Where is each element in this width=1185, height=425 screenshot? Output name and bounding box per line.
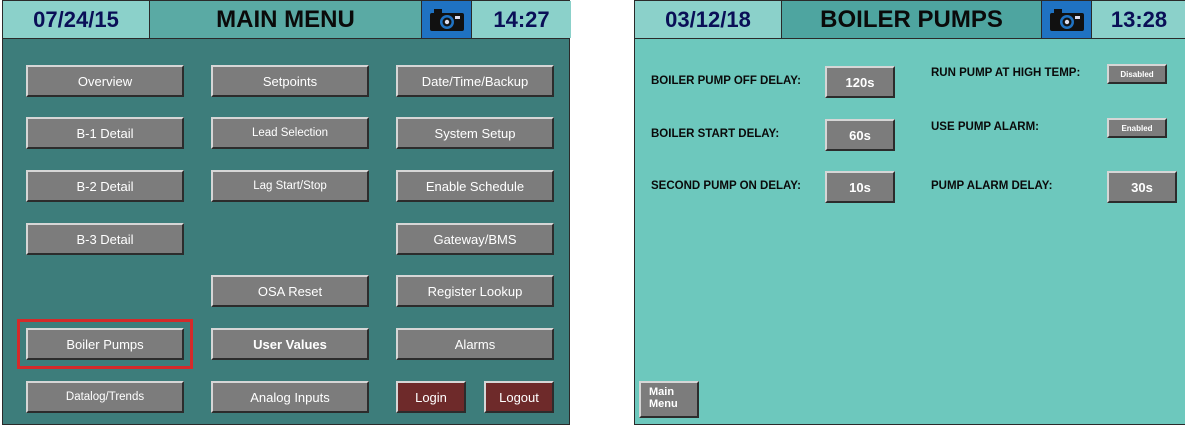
start-delay-value[interactable]: 60s (825, 119, 895, 151)
login-button[interactable]: Login (396, 381, 466, 413)
user-values-button[interactable]: User Values (211, 328, 369, 360)
analog-inputs-button[interactable]: Analog Inputs (211, 381, 369, 413)
date-display: 03/12/18 (635, 1, 782, 38)
run-high-temp-label: RUN PUMP AT HIGH TEMP: (931, 67, 1081, 79)
osa-reset-button[interactable]: OSA Reset (211, 275, 369, 307)
date-display: 07/24/15 (3, 1, 150, 38)
start-delay-label: BOILER START DELAY: (651, 128, 780, 140)
system-setup-button[interactable]: System Setup (396, 117, 554, 149)
boiler-pumps-header: 03/12/18 BOILER PUMPS 13:28 (635, 1, 1185, 39)
page-title: BOILER PUMPS (782, 1, 1042, 38)
boiler-pumps-button[interactable]: Boiler Pumps (26, 328, 184, 360)
run-high-temp-toggle[interactable]: Disabled (1107, 64, 1167, 84)
time-display: 14:27 (472, 1, 571, 38)
pump-alarm-delay-value[interactable]: 30s (1107, 171, 1177, 203)
use-pump-alarm-toggle[interactable]: Enabled (1107, 118, 1167, 138)
camera-icon[interactable] (1042, 1, 1092, 38)
overview-button[interactable]: Overview (26, 65, 184, 97)
pump-off-delay-label: BOILER PUMP OFF DELAY: (651, 75, 801, 87)
datalog-trends-button[interactable]: Datalog/Trends (26, 381, 184, 413)
date-time-backup-button[interactable]: Date/Time/Backup (396, 65, 554, 97)
time-display: 13:28 (1092, 1, 1185, 38)
b1-detail-button[interactable]: B-1 Detail (26, 117, 184, 149)
second-pump-delay-label: SECOND PUMP ON DELAY: (651, 180, 801, 192)
camera-icon[interactable] (422, 1, 472, 38)
register-lookup-button[interactable]: Register Lookup (396, 275, 554, 307)
main-menu-panel: 07/24/15 MAIN MENU 14:27 Overview Setpoi… (2, 0, 571, 425)
gateway-bms-button[interactable]: Gateway/BMS (396, 223, 554, 255)
main-menu-button-line2: Menu (649, 398, 678, 410)
pump-alarm-delay-label: PUMP ALARM DELAY: (931, 180, 1053, 192)
second-pump-delay-value[interactable]: 10s (825, 171, 895, 203)
main-menu-button-line1: Main (649, 386, 675, 398)
b3-detail-button[interactable]: B-3 Detail (26, 223, 184, 255)
logout-button[interactable]: Logout (484, 381, 554, 413)
main-menu-button[interactable]: Main Menu (639, 381, 699, 418)
enable-schedule-button[interactable]: Enable Schedule (396, 170, 554, 202)
setpoints-button[interactable]: Setpoints (211, 65, 369, 97)
main-menu-header: 07/24/15 MAIN MENU 14:27 (3, 1, 571, 39)
pump-off-delay-value[interactable]: 120s (825, 66, 895, 98)
alarms-button[interactable]: Alarms (396, 328, 554, 360)
lead-selection-button[interactable]: Lead Selection (211, 117, 369, 149)
boiler-pumps-panel: 03/12/18 BOILER PUMPS 13:28 BOILER PUMP … (634, 0, 1185, 425)
page-title: MAIN MENU (150, 1, 422, 38)
use-pump-alarm-label: USE PUMP ALARM: (931, 121, 1039, 133)
b2-detail-button[interactable]: B-2 Detail (26, 170, 184, 202)
lag-start-stop-button[interactable]: Lag Start/Stop (211, 170, 369, 202)
